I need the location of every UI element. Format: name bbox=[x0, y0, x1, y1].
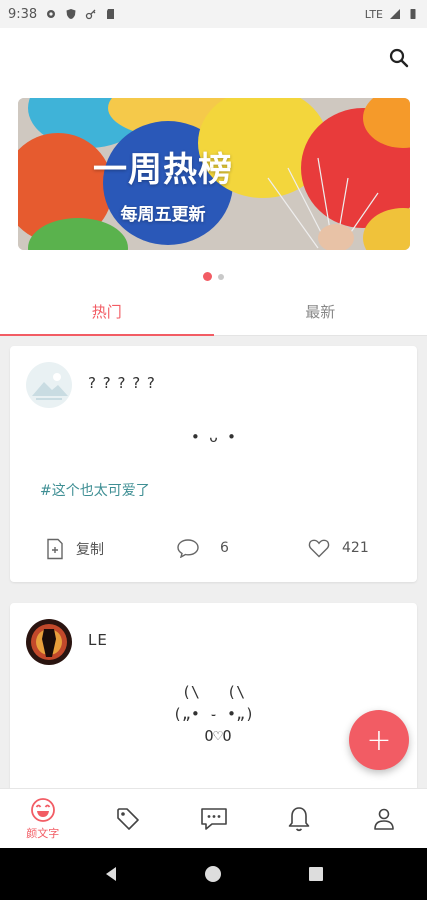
like-count: 421 bbox=[342, 540, 369, 556]
feed-tabs: 热门 最新 bbox=[0, 288, 427, 336]
nav-profile[interactable] bbox=[342, 789, 427, 848]
signal-icon bbox=[390, 9, 400, 19]
search-icon bbox=[389, 48, 409, 68]
banner-title: 一周热榜 bbox=[93, 150, 233, 190]
username[interactable]: ? ? ? ? ? bbox=[88, 374, 156, 392]
banner-section: 一周热榜 每周五更新 bbox=[0, 88, 427, 288]
nav-messages[interactable] bbox=[171, 789, 256, 848]
feed-card[interactable]: LE (\ (\ („• ֊ •„) O♡O bbox=[10, 603, 417, 793]
banner-subtitle: 每周五更新 bbox=[120, 205, 206, 225]
feed-card[interactable]: ? ? ? ? ? • ᴗ • #这个也太可爱了 复制 6 421 bbox=[10, 346, 417, 582]
kaomoji-text[interactable]: • ᴗ • bbox=[10, 426, 417, 448]
shield-icon bbox=[66, 9, 76, 19]
nav-kaomoji[interactable]: 颜文字 bbox=[0, 789, 85, 848]
back-icon[interactable] bbox=[102, 865, 120, 883]
bell-icon bbox=[288, 806, 310, 831]
copy-icon bbox=[47, 538, 63, 560]
hashtag[interactable]: #这个也太可爱了 bbox=[40, 480, 150, 500]
carousel-dot[interactable] bbox=[218, 273, 224, 280]
nav-tags[interactable] bbox=[85, 789, 170, 848]
smiley-icon bbox=[30, 797, 55, 822]
like-button[interactable]: 421 bbox=[308, 538, 369, 558]
tag-icon bbox=[117, 807, 139, 830]
plus-icon: + bbox=[366, 722, 392, 758]
search-button[interactable] bbox=[385, 44, 413, 72]
copy-button[interactable]: 复制 bbox=[46, 538, 104, 560]
system-nav-bar bbox=[0, 848, 427, 900]
chat-icon bbox=[200, 807, 227, 830]
card-actions: 复制 6 421 bbox=[10, 538, 417, 566]
tab-latest[interactable]: 最新 bbox=[214, 288, 427, 335]
comment-icon bbox=[177, 539, 199, 558]
nav-notifications[interactable] bbox=[256, 789, 341, 848]
bottom-nav: 颜文字 bbox=[0, 788, 427, 848]
status-time: 9:38 bbox=[8, 6, 38, 22]
battery-icon bbox=[410, 9, 416, 19]
app-header bbox=[0, 28, 427, 88]
status-bar: 9:38 LTE bbox=[0, 0, 427, 28]
avatar[interactable] bbox=[26, 619, 72, 665]
user-avatar-image bbox=[26, 619, 72, 665]
home-icon[interactable] bbox=[204, 865, 222, 883]
heart-icon bbox=[308, 539, 330, 558]
comment-button[interactable]: 6 bbox=[176, 538, 229, 558]
username[interactable]: LE bbox=[88, 631, 108, 649]
settings-gear-icon bbox=[47, 10, 56, 18]
add-button[interactable]: + bbox=[349, 710, 409, 770]
tab-hot[interactable]: 热门 bbox=[0, 288, 214, 336]
key-icon bbox=[86, 9, 96, 20]
copy-label: 复制 bbox=[76, 542, 104, 558]
network-type: LTE bbox=[364, 7, 383, 21]
recents-icon[interactable] bbox=[307, 865, 325, 883]
default-avatar-image bbox=[26, 362, 72, 408]
comment-count: 6 bbox=[220, 540, 229, 556]
profile-icon bbox=[374, 808, 395, 830]
carousel-dot-active[interactable] bbox=[203, 272, 212, 281]
avatar[interactable] bbox=[26, 362, 72, 408]
nav-kaomoji-label: 颜文字 bbox=[26, 826, 60, 840]
sd-card-icon bbox=[107, 9, 115, 19]
banner-carousel[interactable]: 一周热榜 每周五更新 bbox=[18, 98, 410, 250]
carousel-indicator bbox=[0, 272, 427, 281]
